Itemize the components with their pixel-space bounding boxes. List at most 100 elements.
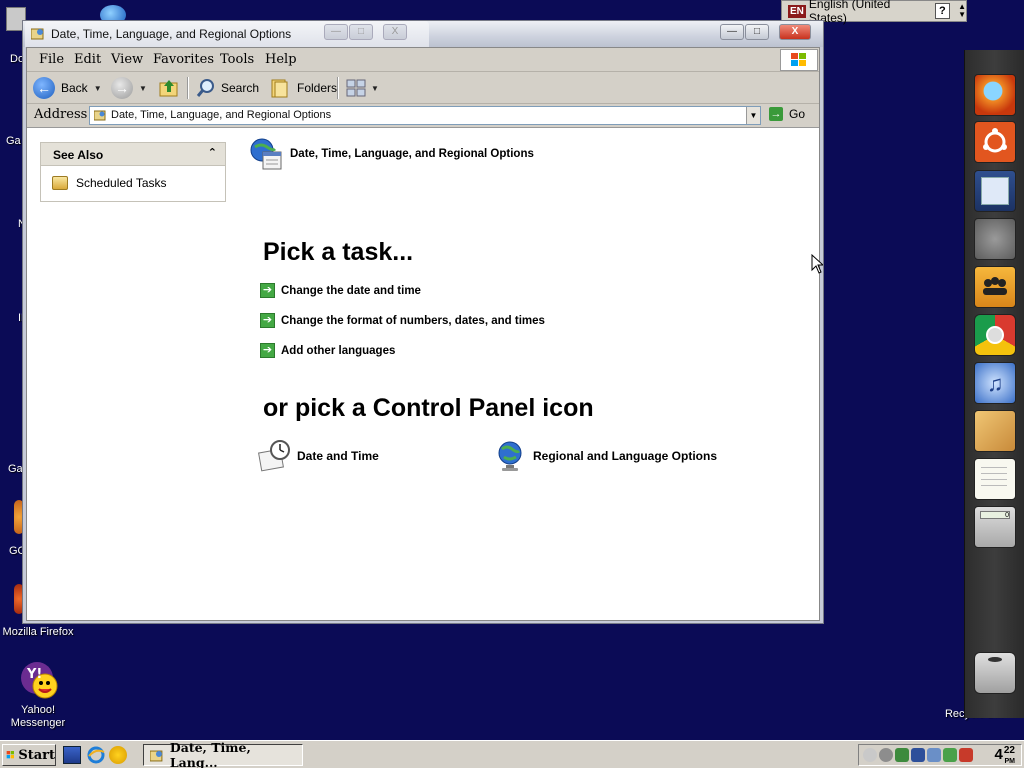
itunes-icon[interactable]: ♫ [974,362,1016,404]
task-change-format[interactable]: ➔ Change the format of numbers, dates, a… [260,313,545,328]
chrome-icon[interactable] [974,314,1016,356]
forward-arrow-icon: → [111,77,133,99]
see-also-header[interactable]: See Also ⌃ [41,143,225,166]
calculator-icon[interactable]: 0 [974,506,1016,548]
messenger-icon[interactable] [109,746,127,764]
language-name[interactable]: English (United States) [809,0,927,25]
firefox-icon[interactable] [974,74,1016,116]
desktop-icon-yahoo-messenger[interactable]: Y! Yahoo! Messenger [2,656,74,730]
internet-explorer-icon[interactable] [87,746,105,764]
clock-hour: 4 [994,746,1003,763]
paint-icon[interactable] [974,410,1016,452]
start-button[interactable]: Start [2,744,56,766]
show-desktop-icon[interactable] [63,746,81,764]
window-client: File Edit View Favorites Tools Help ← Ba… [26,47,820,621]
svg-text:Y!: Y! [26,667,42,682]
desktop-icon-firefox[interactable]: Mozilla Firefox [0,626,76,639]
language-bar-options-icon[interactable]: ▲ ▼ [958,3,966,19]
notepad-icon[interactable] [974,458,1016,500]
connection-tray-icon[interactable] [943,748,957,762]
menu-view[interactable]: View [111,52,143,67]
address-dropdown-icon[interactable]: ▼ [746,107,760,124]
folders-button[interactable]: Folders [269,76,337,100]
globe-icon [498,441,522,471]
see-also-title: See Also [53,148,104,162]
security-tray-icon[interactable] [959,748,973,762]
users-icon[interactable] [974,266,1016,308]
close-button[interactable]: X [779,24,811,40]
views-dropdown-icon[interactable]: ▼ [371,84,379,93]
back-arrow-icon: ← [33,77,55,99]
system-tray: 4 22 PM [858,744,1022,766]
clock-minute: 22 [1003,745,1015,756]
up-folder-icon [159,80,178,97]
back-button[interactable]: ← Back ▼ [33,76,102,100]
yahoo-messenger-icon: Y! [21,662,58,699]
network-icon[interactable] [895,748,909,762]
taskbar-window-label: Date, Time, Lang... [169,740,251,768]
collapse-chevron-icon[interactable]: ⌃ [208,146,217,159]
mouse-pointer-icon [811,254,823,274]
taskbar-window-button[interactable]: Date, Time, Lang... [143,740,303,768]
search-button[interactable]: Search [195,76,259,100]
task-label: Change the date and time [281,284,421,297]
menu-edit[interactable]: Edit [74,52,101,67]
menu-help[interactable]: Help [265,52,297,67]
task-change-date-time[interactable]: ➔ Change the date and time [260,283,421,298]
window-title: Date, Time, Language, and Regional Optio… [51,27,292,41]
cp-icon-date-and-time[interactable]: Date and Time [258,439,379,473]
cp-icon-label: Date and Time [297,449,379,463]
dock: ♫ 0 [964,50,1024,718]
go-button[interactable]: → Go [769,107,805,121]
control-panel-icon [94,110,106,121]
scheduled-tasks-icon [52,176,68,190]
desktop-icon-label: Mozilla Firefox [2,626,74,638]
date-time-icon [258,440,290,472]
pick-task-heading: Pick a task... [263,238,414,266]
desktop-label-partial: Ga [8,463,23,475]
volume-icon[interactable] [879,748,893,762]
desktop-icon-label: Yahoo! Messenger [10,704,66,729]
toolbar: ← Back ▼ → ▼ Search Folders ▼ [27,72,819,104]
green-arrow-icon: ➔ [260,313,275,328]
see-also-item-scheduled-tasks[interactable]: Scheduled Tasks [41,166,225,190]
menu-tools[interactable]: Tools [220,52,254,67]
language-code-badge[interactable]: EN [788,4,806,18]
address-input[interactable]: Date, Time, Language, and Regional Optio… [89,106,761,125]
task-add-languages[interactable]: ➔ Add other languages [260,343,395,358]
display-tray-icon[interactable] [927,748,941,762]
language-bar[interactable]: EN English (United States) ? ▲ ▼ [781,0,967,25]
views-button[interactable]: ▼ [345,76,379,100]
address-value: Date, Time, Language, and Regional Optio… [111,109,332,121]
gears-icon[interactable] [974,218,1016,260]
messenger-tray-icon[interactable] [863,748,877,762]
cp-icon-regional-language[interactable]: Regional and Language Options [496,439,717,473]
text-editor-icon[interactable] [974,170,1016,212]
folders-label: Folders [297,81,338,95]
clock[interactable]: 4 22 PM [994,745,1015,766]
title-bar[interactable]: Date, Time, Language, and Regional Optio… [23,21,823,47]
content-area: See Also ⌃ Scheduled Tasks Date, Time, L… [27,129,819,620]
help-icon[interactable]: ? [934,3,951,19]
trash-icon[interactable] [974,652,1016,694]
ubuntu-icon[interactable] [974,121,1016,163]
pick-icon-heading: or pick a Control Panel icon [263,394,594,422]
cp-icon-label: Regional and Language Options [533,449,718,463]
back-dropdown-icon[interactable]: ▼ [94,84,102,93]
maximize-button[interactable]: □ [745,24,769,40]
menu-bar: File Edit View Favorites Tools Help [27,48,819,72]
close-button-inactive: X [383,24,407,40]
flag-tray-icon[interactable] [911,748,925,762]
desktop-label-partial: Ga [6,135,21,147]
forward-dropdown-icon[interactable]: ▼ [139,84,147,93]
up-folder-button[interactable] [158,76,180,100]
folders-icon [271,79,288,98]
date-time-language-category-icon [250,138,282,170]
maximize-button-inactive: □ [349,24,373,40]
forward-button[interactable]: → ▼ [111,76,147,100]
menu-file[interactable]: File [39,52,64,67]
minimize-button[interactable]: — [720,24,744,40]
start-label: Start [18,747,55,763]
see-also-panel: See Also ⌃ Scheduled Tasks [40,142,226,202]
menu-favorites[interactable]: Favorites [153,52,214,67]
